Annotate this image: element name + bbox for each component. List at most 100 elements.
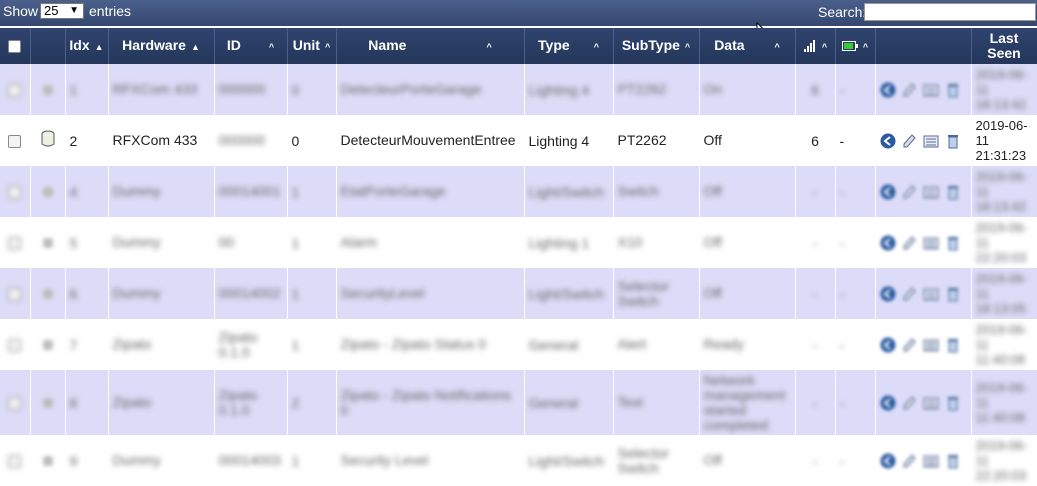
delete-icon[interactable] — [945, 82, 961, 98]
back-arrow-icon[interactable] — [880, 286, 896, 302]
log-icon[interactable] — [923, 235, 939, 251]
col-name[interactable]: Name ^ — [336, 28, 525, 64]
back-arrow-icon[interactable] — [880, 184, 896, 200]
cell-battery: - — [835, 115, 876, 166]
row-select[interactable] — [0, 370, 31, 435]
row-actions — [875, 166, 972, 217]
checkbox-icon[interactable] — [8, 186, 22, 200]
edit-icon[interactable] — [901, 235, 917, 251]
show-label: Show — [3, 3, 39, 19]
delete-icon[interactable] — [945, 133, 961, 149]
checkbox-icon[interactable] — [8, 288, 22, 302]
log-icon[interactable] — [923, 286, 939, 302]
cell-signal: - — [795, 370, 836, 435]
delete-icon[interactable] — [945, 395, 961, 411]
cell-last-seen: 2019-06-11 11:40:08 — [971, 319, 1037, 370]
col-unit[interactable]: Unit ^ — [287, 28, 337, 64]
edit-icon[interactable] — [901, 286, 917, 302]
page-size-select[interactable]: 25 ▼ — [40, 3, 84, 19]
col-id[interactable]: ID ^ — [214, 28, 288, 64]
devices-table: Idx ▲ Hardware ▲ ID ^ Unit ^ Name ^ Type ^ Sub… — [0, 28, 1037, 486]
cell-type: Lighting 4 — [524, 115, 614, 166]
table-row[interactable]: 4 Dummy 00014001 1 EtatPorteGarage Light… — [0, 166, 1037, 217]
row-select[interactable] — [0, 268, 31, 319]
back-arrow-icon[interactable] — [880, 235, 896, 251]
cell-name: Security Level — [336, 435, 525, 486]
cell-last-seen: 2019-06-11 22:20:03 — [971, 435, 1037, 486]
row-select[interactable] — [0, 64, 31, 115]
edit-icon[interactable] — [901, 395, 917, 411]
checkbox-icon[interactable] — [8, 397, 22, 411]
log-icon[interactable] — [923, 395, 939, 411]
cell-hardware: Dummy — [108, 268, 215, 319]
cell-subtype: Selector Switch — [613, 435, 700, 486]
device-icon — [42, 455, 53, 466]
checkbox-icon[interactable] — [8, 339, 22, 353]
table-row[interactable]: 7 Zipato Zipato 0.1.0 1 Zipato - Zipato … — [0, 319, 1037, 370]
edit-icon[interactable] — [901, 184, 917, 200]
log-icon[interactable] — [923, 82, 939, 98]
log-icon[interactable] — [923, 184, 939, 200]
col-battery[interactable]: ^ — [835, 28, 876, 64]
cell-unit: 1 — [287, 268, 337, 319]
checkbox-icon[interactable] — [8, 237, 22, 251]
cell-data: Network management started completed — [699, 370, 796, 435]
checkbox-icon[interactable] — [8, 455, 22, 469]
log-icon[interactable] — [923, 453, 939, 469]
search-input[interactable] — [864, 3, 1036, 21]
table-row[interactable]: 8 Zipato Zipato 0.1.0 2 Zipato - Zipato … — [0, 370, 1037, 435]
col-subtype[interactable]: SubType ^ — [613, 28, 700, 64]
checkbox-icon[interactable] — [8, 40, 22, 54]
col-data[interactable]: Data ^ — [699, 28, 796, 64]
cell-type: Light/Switch — [524, 435, 614, 486]
table-row[interactable]: 9 Dummy 00014003 1 Security Level Light/… — [0, 435, 1037, 486]
cell-subtype: PT2262 — [613, 115, 700, 166]
cell-name: SecurityLevel — [336, 268, 525, 319]
device-icon-cell — [30, 268, 66, 319]
back-arrow-icon[interactable] — [880, 82, 896, 98]
row-select[interactable] — [0, 435, 31, 486]
cell-type: General — [524, 370, 614, 435]
cell-data: Off — [699, 268, 796, 319]
back-arrow-icon[interactable] — [880, 395, 896, 411]
back-arrow-icon[interactable] — [880, 453, 896, 469]
cell-id: 00 — [214, 217, 288, 268]
log-icon[interactable] — [923, 337, 939, 353]
log-icon[interactable] — [923, 133, 939, 149]
search-label: Search: — [818, 4, 867, 20]
edit-icon[interactable] — [901, 453, 917, 469]
checkbox-icon[interactable] — [8, 84, 22, 98]
checkbox-icon[interactable] — [8, 135, 22, 149]
back-arrow-icon[interactable] — [880, 133, 896, 149]
row-select[interactable] — [0, 166, 31, 217]
table-row[interactable]: 5 Dummy 00 1 Alarm Lighting 1 X10 Off - … — [0, 217, 1037, 268]
table-row[interactable]: 1 RFXCom 433 000000 0 DetecteurPorteGara… — [0, 64, 1037, 115]
col-hardware[interactable]: Hardware ▲ — [108, 28, 215, 64]
device-icon — [42, 397, 53, 408]
cell-signal: - — [795, 435, 836, 486]
select-all-header[interactable] — [0, 28, 31, 64]
col-idx[interactable]: Idx ▲ — [65, 28, 109, 64]
cell-hardware: Zipato — [108, 370, 215, 435]
col-signal[interactable]: ^ — [795, 28, 836, 64]
row-select[interactable] — [0, 115, 31, 166]
edit-icon[interactable] — [901, 337, 917, 353]
delete-icon[interactable] — [945, 184, 961, 200]
edit-icon[interactable] — [901, 82, 917, 98]
cylinder-icon — [41, 130, 54, 147]
col-last-seen[interactable]: Last Seen — [971, 28, 1037, 64]
back-arrow-icon[interactable] — [880, 337, 896, 353]
cell-name: DetecteurPorteGarage — [336, 64, 525, 115]
table-row[interactable]: 6 Dummy 00014002 1 SecurityLevel Light/S… — [0, 268, 1037, 319]
row-select[interactable] — [0, 217, 31, 268]
delete-icon[interactable] — [945, 286, 961, 302]
cell-id: Zipato 0.1.0 — [214, 370, 288, 435]
delete-icon[interactable] — [945, 453, 961, 469]
edit-icon[interactable] — [901, 133, 917, 149]
delete-icon[interactable] — [945, 337, 961, 353]
table-row[interactable]: 2 RFXCom 433 000000 0 DetecteurMouvement… — [0, 115, 1037, 166]
row-select[interactable] — [0, 319, 31, 370]
delete-icon[interactable] — [945, 235, 961, 251]
col-type[interactable]: Type ^ — [524, 28, 614, 64]
cell-unit: 1 — [287, 319, 337, 370]
